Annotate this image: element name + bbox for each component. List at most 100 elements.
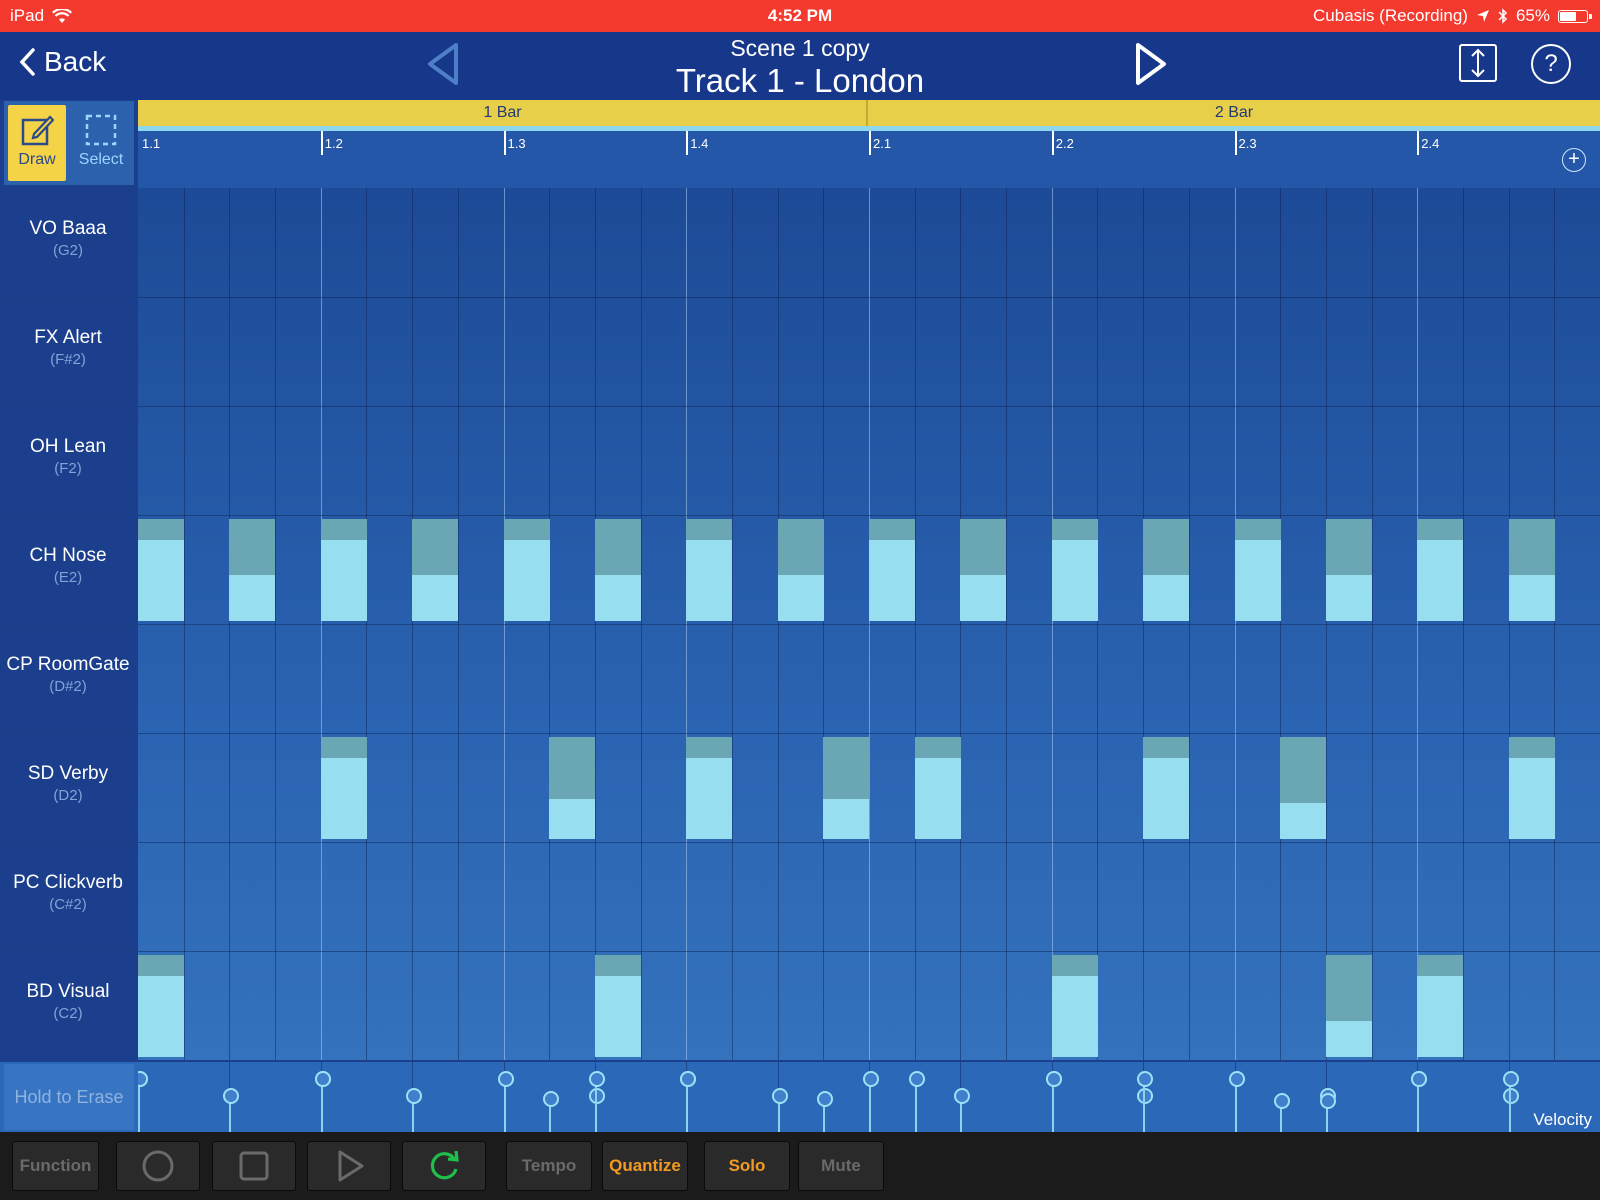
note-block[interactable] xyxy=(686,519,733,621)
note-block[interactable] xyxy=(1280,737,1327,839)
lane-name: VO Baaa xyxy=(29,218,107,239)
velocity-handle[interactable] xyxy=(497,1071,514,1087)
velocity-handle[interactable] xyxy=(138,1071,148,1087)
velocity-handle[interactable] xyxy=(1137,1087,1154,1104)
velocity-handle[interactable] xyxy=(954,1087,971,1104)
beat-tick xyxy=(686,131,689,155)
velocity-handle[interactable] xyxy=(1045,1071,1062,1087)
note-velocity-remainder xyxy=(869,519,915,541)
nav-bar: Back Scene 1 copy Track 1 - London ? xyxy=(0,32,1600,100)
note-block[interactable] xyxy=(914,737,961,839)
help-button[interactable]: ? xyxy=(1531,44,1571,84)
lane-label[interactable]: OH Lean (F2) xyxy=(0,436,136,477)
note-block[interactable] xyxy=(412,519,459,621)
beat-label: 2.2 xyxy=(1055,136,1074,151)
velocity-handle[interactable] xyxy=(1228,1071,1245,1087)
note-block[interactable] xyxy=(1143,737,1190,839)
solo-button[interactable]: Solo xyxy=(704,1141,790,1191)
drum-grid[interactable] xyxy=(138,188,1600,1060)
back-button[interactable]: Back xyxy=(18,46,106,78)
chevron-left-icon xyxy=(19,48,35,76)
loop-button[interactable] xyxy=(402,1141,486,1191)
note-block[interactable] xyxy=(1508,519,1555,621)
note-block[interactable] xyxy=(1508,737,1555,839)
play-button[interactable] xyxy=(307,1141,391,1191)
velocity-handle[interactable] xyxy=(543,1090,560,1107)
note-block[interactable] xyxy=(869,519,915,621)
note-block[interactable] xyxy=(777,519,824,621)
velocity-handle[interactable] xyxy=(1502,1071,1519,1087)
mute-button[interactable]: Mute xyxy=(798,1141,884,1191)
record-button[interactable] xyxy=(116,1141,200,1191)
note-velocity-remainder xyxy=(1325,519,1372,576)
note-block[interactable] xyxy=(138,519,184,621)
velocity-editor[interactable] xyxy=(138,1062,1600,1132)
function-button[interactable]: Function xyxy=(12,1141,99,1191)
lane-label[interactable]: FX Alert (F#2) xyxy=(0,327,136,368)
lane-label[interactable]: CH Nose (E2) xyxy=(0,545,136,586)
lane-label[interactable]: BD Visual (C2) xyxy=(0,981,136,1022)
lane-label[interactable]: CP RoomGate (D#2) xyxy=(0,654,136,695)
velocity-handle[interactable] xyxy=(223,1087,240,1104)
note-block[interactable] xyxy=(138,955,184,1057)
hold-to-erase-button[interactable]: Hold to Erase xyxy=(4,1064,134,1130)
bar-strip[interactable]: 1 Bar 2 Bar xyxy=(138,100,1600,126)
note-block[interactable] xyxy=(1417,519,1464,621)
note-block[interactable] xyxy=(594,519,641,621)
quantize-button[interactable]: Quantize xyxy=(602,1141,688,1191)
note-block[interactable] xyxy=(1234,519,1281,621)
velocity-handle[interactable] xyxy=(1137,1071,1154,1087)
note-block[interactable] xyxy=(960,519,1007,621)
note-block[interactable] xyxy=(1325,519,1372,621)
status-right: Cubasis (Recording) 65% xyxy=(1313,6,1592,26)
velocity-handle[interactable] xyxy=(680,1071,697,1087)
lane-pitch: (C#2) xyxy=(49,896,87,913)
note-block[interactable] xyxy=(823,737,870,839)
velocity-handle[interactable] xyxy=(1319,1092,1336,1109)
lane-label[interactable]: SD Verby (D2) xyxy=(0,763,136,804)
stop-button[interactable] xyxy=(212,1141,296,1191)
next-track-button[interactable] xyxy=(1133,42,1169,91)
note-block[interactable] xyxy=(1325,955,1372,1057)
velocity-handle[interactable] xyxy=(588,1087,605,1104)
velocity-label: Velocity xyxy=(1533,1110,1592,1129)
note-block[interactable] xyxy=(594,955,641,1057)
note-block[interactable] xyxy=(229,519,276,621)
lane-label[interactable]: VO Baaa (G2) xyxy=(0,218,136,259)
lane-label[interactable]: PC Clickverb (C#2) xyxy=(0,872,136,913)
note-block[interactable] xyxy=(549,737,596,839)
note-block[interactable] xyxy=(1143,519,1190,621)
add-bars-button[interactable]: + xyxy=(1562,148,1586,172)
timeline-ruler[interactable]: 1 Bar 2 Bar 1.1 1.2 1.3 1.4 2.1 2.2 2.3 2.4 + xyxy=(138,100,1600,188)
location-icon xyxy=(1476,10,1489,22)
velocity-handle[interactable] xyxy=(588,1071,605,1087)
battery-level xyxy=(1560,11,1576,21)
velocity-handle[interactable] xyxy=(817,1090,834,1107)
velocity-handle[interactable] xyxy=(771,1087,788,1104)
velocity-handle[interactable] xyxy=(1274,1092,1291,1109)
note-block[interactable] xyxy=(503,519,550,621)
velocity-handle[interactable] xyxy=(1411,1071,1428,1087)
note-velocity-remainder xyxy=(1417,519,1464,541)
select-tool-button[interactable]: Select xyxy=(72,105,130,181)
back-label: Back xyxy=(44,46,107,77)
resize-lanes-button[interactable] xyxy=(1459,44,1497,82)
note-block[interactable] xyxy=(1051,955,1098,1057)
tempo-button[interactable]: Tempo xyxy=(506,1141,592,1191)
velocity-handle[interactable] xyxy=(1502,1087,1519,1104)
triangle-left-icon xyxy=(428,43,458,85)
note-block[interactable] xyxy=(320,519,367,621)
velocity-handle[interactable] xyxy=(314,1071,331,1087)
velocity-handle[interactable] xyxy=(406,1087,423,1104)
note-block[interactable] xyxy=(1417,955,1464,1057)
draw-tool-button[interactable]: Draw xyxy=(8,105,66,181)
note-block[interactable] xyxy=(320,737,367,839)
velocity-handle[interactable] xyxy=(863,1071,879,1087)
note-velocity-remainder xyxy=(594,519,641,576)
note-velocity-remainder xyxy=(138,955,184,977)
velocity-handle[interactable] xyxy=(908,1071,925,1087)
previous-track-button[interactable] xyxy=(425,42,461,91)
lane-separator xyxy=(0,297,136,298)
note-block[interactable] xyxy=(686,737,733,839)
note-block[interactable] xyxy=(1051,519,1098,621)
